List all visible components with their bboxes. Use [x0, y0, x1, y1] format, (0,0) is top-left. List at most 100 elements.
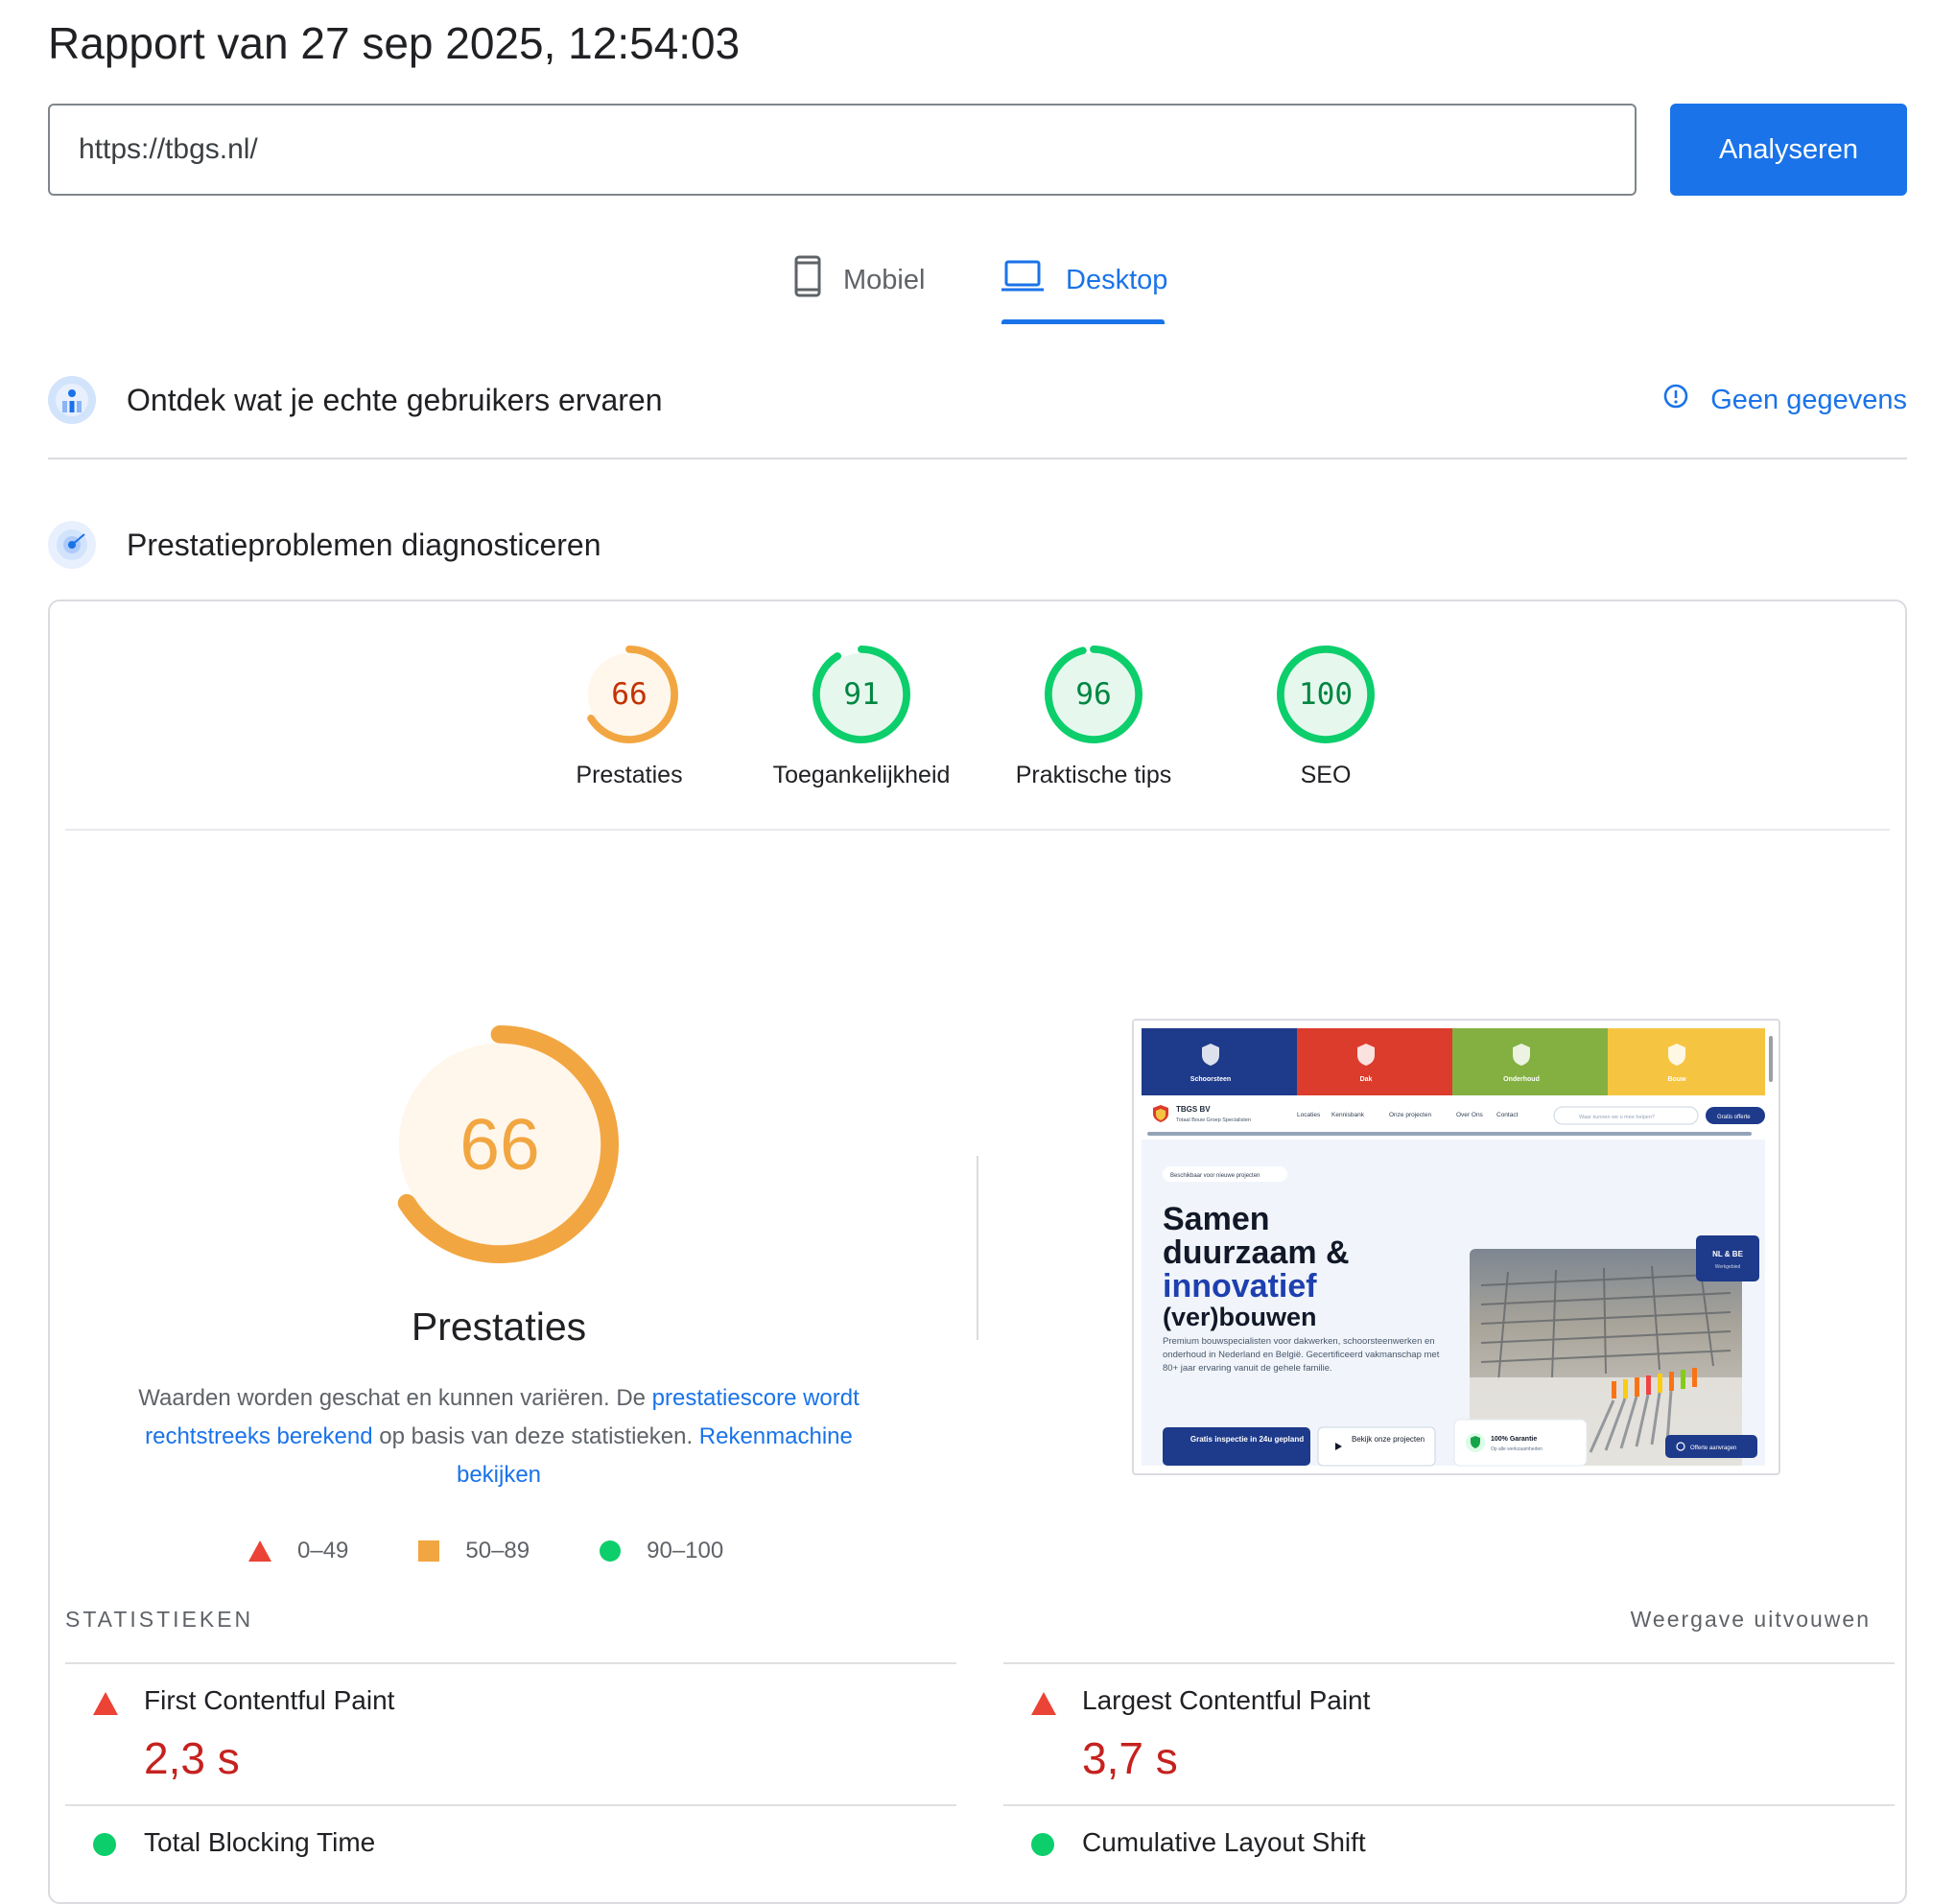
metric-cls-indicator: [1030, 1832, 1055, 1862]
circle-icon: [600, 1540, 622, 1562]
crux-title: Ontdek wat je echte gebruikers ervaren: [127, 382, 663, 417]
thumb-region-sub: Werkgebied: [1715, 1264, 1741, 1270]
legend-average: 50–89: [417, 1538, 530, 1564]
phone-icon: [793, 255, 822, 305]
metrics-divider: [1003, 1662, 1895, 1664]
gauge-score: 96: [1075, 677, 1112, 712]
gauge-label: Toegankelijkheid: [772, 762, 951, 788]
triangle-icon: [1031, 1692, 1056, 1715]
thumb-search: Waar kunnen we u mee helpen?: [1579, 1115, 1655, 1120]
metric-value: 3,7 s: [1082, 1733, 1178, 1783]
metric-value: 2,3 s: [144, 1733, 240, 1783]
metrics-divider: [65, 1804, 956, 1806]
crux-section-header: Ontdek wat je echte gebruikers ervaren: [48, 362, 1907, 438]
active-tab-indicator: [1001, 319, 1165, 324]
gauge-score: 91: [843, 677, 880, 712]
gauge-label: Praktische tips: [1015, 762, 1172, 788]
users-chart-icon: [48, 376, 96, 424]
metric-tbt-indicator: [92, 1832, 117, 1862]
radar-icon: [48, 521, 96, 569]
metric-name: Largest Contentful Paint: [1082, 1685, 1371, 1715]
tab-desktop-label: Desktop: [1066, 264, 1168, 295]
analyze-button[interactable]: Analyseren: [1670, 104, 1907, 196]
thumb-brand: TBGS BV: [1176, 1105, 1211, 1114]
thumb-topbar-label: Bouw: [1667, 1076, 1686, 1083]
thumb-nav: Locaties: [1297, 1112, 1321, 1118]
gauge-performance[interactable]: 66 Prestaties: [533, 645, 725, 789]
expand-view-toggle[interactable]: Weergave uitvouwen: [1631, 1607, 1871, 1633]
info-icon: [1662, 383, 1689, 417]
page-screenshot: Schoorsteen Dak Onderhoud Bouw TBGS BV T…: [1132, 1019, 1780, 1475]
thumb-nav: Contact: [1496, 1112, 1519, 1118]
thumb-topbar-label: Dak: [1360, 1076, 1373, 1083]
thumb-guarantee: 100% Garantie: [1491, 1436, 1537, 1443]
thumb-hero-text: Premium bouwspecialisten voor dakwerken,…: [1163, 1336, 1440, 1374]
square-icon: [418, 1540, 440, 1562]
gauge-score: 66: [459, 1104, 539, 1185]
section-divider: [48, 458, 1907, 459]
tab-mobile[interactable]: Mobiel: [793, 251, 925, 309]
thumb-hero: duurzaam &: [1163, 1234, 1350, 1271]
performance-title: Prestaties: [411, 1305, 587, 1349]
diagnostics-title: Prestatieproblemen diagnosticeren: [127, 527, 601, 562]
gauges-divider: [65, 829, 1890, 831]
page-title: Rapport van 27 sep 2025, 12:54:03: [48, 18, 741, 68]
vertical-separator: [977, 1156, 978, 1340]
thumb-hero: Samen: [1163, 1201, 1270, 1237]
no-data-label: Geen gegevens: [1710, 384, 1907, 415]
thumb-nav: Kennisbank: [1331, 1112, 1365, 1118]
gauge-score: 66: [611, 677, 648, 712]
metrics-divider: [1003, 1804, 1895, 1806]
gauge-score: 100: [1299, 677, 1353, 712]
thumb-hero: (ver)bouwen: [1163, 1303, 1317, 1331]
thumb-nav: Over Ons: [1456, 1112, 1484, 1118]
circle-icon: [1031, 1833, 1054, 1856]
metrics-divider: [65, 1662, 956, 1664]
score-gauge: 66: [580, 646, 678, 743]
diagnostics-section-header: Prestatieproblemen diagnosticeren: [48, 506, 1907, 583]
tab-mobile-label: Mobiel: [843, 264, 926, 295]
thumb-nav: Onze projecten: [1389, 1112, 1431, 1118]
thumb-hero: innovatief: [1163, 1268, 1317, 1305]
performance-description: Waarden worden geschat en kunnen variëre…: [106, 1379, 892, 1494]
metrics-header: STATISTIEKEN: [65, 1607, 254, 1632]
thumb-offer-btn: Offerte aanvragen: [1690, 1446, 1736, 1451]
legend-range: 50–89: [465, 1538, 530, 1563]
gauge-label: SEO: [1300, 762, 1352, 788]
legend-fail: 0–49: [247, 1538, 348, 1564]
metric-lcp-indicator: [1030, 1691, 1057, 1721]
desc-text: Waarden worden geschat en kunnen variëre…: [138, 1385, 652, 1411]
no-data-status[interactable]: Geen gegevens: [1662, 362, 1907, 438]
thumb-brand-sub: Totaal Bouw Groep Specialisten: [1176, 1117, 1251, 1123]
final-screenshot-image: Schoorsteen Dak Onderhoud Bouw TBGS BV T…: [1134, 1021, 1778, 1473]
score-legend: 0–49 50–89 90–100: [247, 1532, 792, 1570]
metric-name: First Contentful Paint: [144, 1685, 395, 1715]
triangle-icon: [248, 1540, 271, 1562]
laptop-icon: [1001, 259, 1045, 301]
gauge-best-practices[interactable]: 96 Praktische tips: [998, 645, 1189, 789]
thumb-cta-top: Gratis offerte: [1717, 1115, 1751, 1120]
circle-icon: [93, 1833, 116, 1856]
gauge-label: Prestaties: [576, 762, 683, 788]
score-gauge: 100: [1277, 646, 1375, 743]
score-gauge: 91: [813, 646, 910, 743]
thumb-btn-primary: Gratis inspectie in 24u gepland: [1189, 1435, 1305, 1444]
gauge-seo[interactable]: 100 SEO: [1230, 645, 1422, 789]
score-gauge: 96: [1045, 646, 1142, 743]
desc-text: op basis van deze statistieken.: [372, 1423, 699, 1449]
url-input[interactable]: [48, 104, 1637, 196]
gauge-accessibility[interactable]: 91 Toegankelijkheid: [766, 645, 957, 789]
metric-name: Total Blocking Time: [144, 1827, 376, 1857]
tab-desktop[interactable]: Desktop: [1001, 251, 1167, 309]
legend-pass: 90–100: [599, 1538, 723, 1564]
thumb-topbar-label: Schoorsteen: [1190, 1076, 1231, 1083]
thumb-btn-secondary: Bekijk onze projecten: [1351, 1435, 1425, 1444]
legend-range: 90–100: [647, 1538, 724, 1563]
thumb-guarantee-sub: Op alle werkzaamheden: [1491, 1446, 1543, 1452]
legend-range: 0–49: [297, 1538, 349, 1563]
thumb-topbar-label: Onderhoud: [1503, 1076, 1540, 1083]
thumb-region: NL & BE: [1712, 1250, 1744, 1258]
metric-fcp-indicator: [92, 1691, 119, 1721]
thumb-badge: Beschikbaar voor nieuwe projecten: [1170, 1173, 1260, 1179]
triangle-icon: [93, 1692, 118, 1715]
